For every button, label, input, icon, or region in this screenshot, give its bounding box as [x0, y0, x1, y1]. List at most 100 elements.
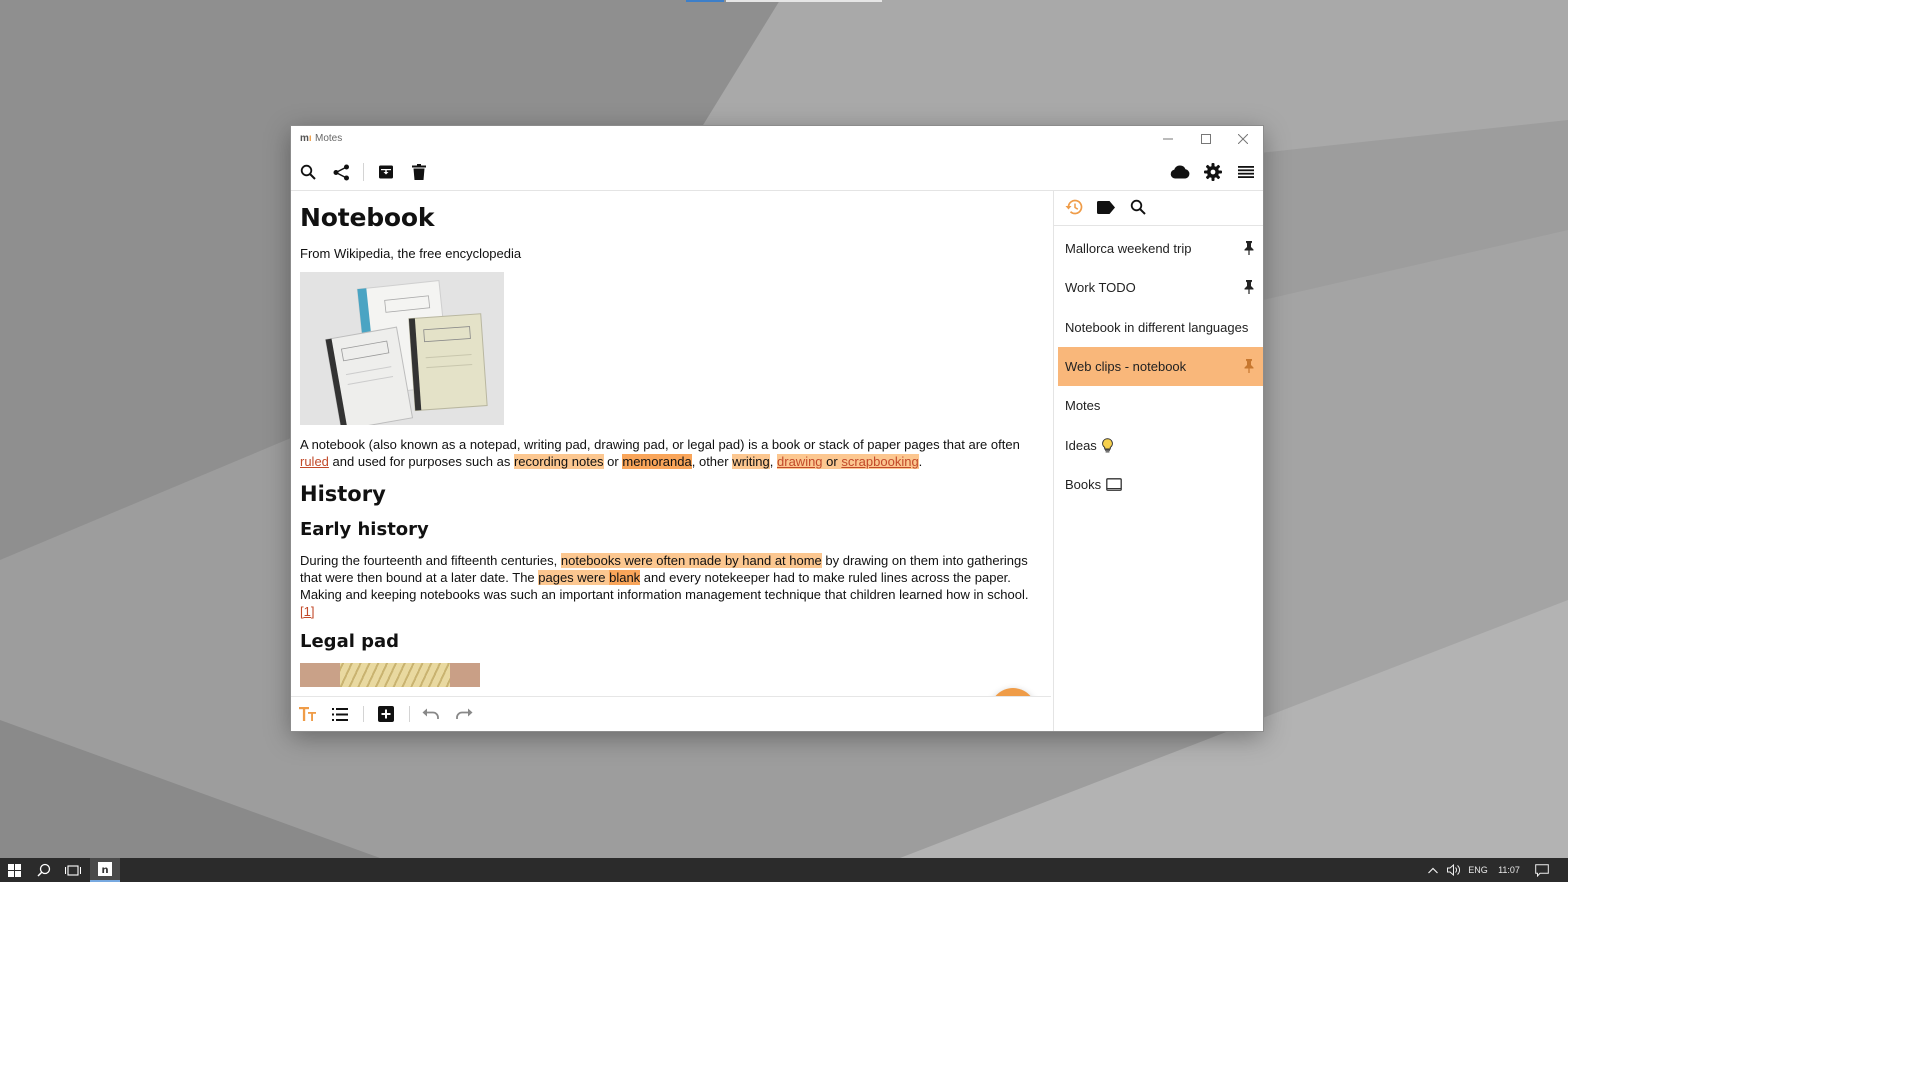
speaker-icon: [1447, 864, 1460, 876]
list-item-note[interactable]: Ideas: [1058, 425, 1263, 464]
minimize-button[interactable]: [1155, 130, 1181, 148]
add-block-icon: [378, 706, 394, 722]
heading-legal-pad[interactable]: Legal pad: [300, 630, 1040, 654]
settings-button[interactable]: [1202, 161, 1224, 183]
search-icon: [1130, 199, 1146, 215]
list-item-note[interactable]: Motes: [1058, 386, 1263, 425]
lightbulb-icon: [1101, 437, 1113, 453]
redo-button[interactable]: [453, 703, 475, 725]
search-button[interactable]: [297, 161, 319, 183]
link-scrapbooking[interactable]: scrapbooking: [841, 454, 919, 469]
intro-text: .: [918, 454, 923, 469]
legal-pad-image: [300, 663, 480, 687]
list-button[interactable]: [329, 703, 351, 725]
taskbar-app-motes[interactable]: n: [90, 858, 120, 882]
note-label: Books: [1065, 476, 1102, 492]
settings-icon: [1204, 163, 1222, 181]
list-item-note-active[interactable]: Web clips - notebook: [1058, 346, 1263, 387]
highlight-recording-notes: recording notes: [513, 454, 604, 469]
taskbar-search-button[interactable]: [30, 858, 58, 882]
add-block-button[interactable]: [375, 703, 397, 725]
top-strip-light: [726, 0, 882, 2]
heading-early-history[interactable]: Early history: [300, 518, 1040, 542]
heading-history[interactable]: History: [300, 480, 1040, 508]
tray-overflow-button[interactable]: [1426, 858, 1440, 882]
link-drawing[interactable]: drawing: [777, 454, 823, 469]
sidebar-tabs: [1054, 191, 1263, 226]
note-label: Work TODO: [1065, 280, 1136, 296]
top-toolbar: [291, 152, 1263, 191]
language-indicator[interactable]: ENG: [1466, 858, 1490, 882]
toolbar-separator: [363, 163, 364, 181]
minimize-icon: [1163, 138, 1173, 140]
tab-tags[interactable]: [1094, 196, 1118, 218]
link-ruled[interactable]: ruled: [300, 454, 329, 469]
svg-text:n: n: [101, 865, 108, 876]
maximize-icon: [1201, 134, 1211, 144]
tag-icon: [1097, 200, 1115, 214]
notifications-button[interactable]: [1532, 858, 1552, 882]
highlight-blank: blank: [609, 570, 641, 585]
notebooks-photo: [300, 272, 504, 425]
note-subtitle: From Wikipedia, the free encyclopedia: [300, 246, 522, 261]
archive-icon: [379, 165, 393, 179]
chevron-up-icon: [1428, 867, 1438, 873]
intro-text: , other: [691, 454, 733, 469]
delete-button[interactable]: [408, 161, 430, 183]
redo-icon: [456, 708, 473, 719]
pin-icon[interactable]: [1243, 280, 1255, 295]
note-label: Motes: [1065, 398, 1101, 414]
top-strip-blue: [686, 0, 724, 2]
intro-text: or: [822, 454, 842, 469]
editor-content[interactable]: Notebook From Wikipedia, the free encycl…: [300, 191, 1040, 687]
task-view-button[interactable]: [59, 858, 87, 882]
undo-button[interactable]: [420, 703, 442, 725]
taskbar: n ENG 11:07: [0, 858, 1568, 882]
window-title: Motes: [315, 133, 343, 144]
share-button[interactable]: [330, 161, 352, 183]
reference-link[interactable]: [1]: [300, 604, 314, 619]
task-view-icon: [65, 864, 81, 876]
edit-fab-button[interactable]: [990, 688, 1036, 696]
archive-button[interactable]: [375, 161, 397, 183]
early-history-paragraph[interactable]: During the fourteenth and fifteenth cent…: [300, 552, 1040, 620]
note-title[interactable]: Notebook: [300, 202, 1040, 234]
highlight-pages-were: pages were: [538, 570, 610, 585]
list-item-note[interactable]: Work TODO: [1058, 268, 1263, 307]
history-icon: [1065, 199, 1083, 215]
list-item-note[interactable]: Books: [1058, 465, 1263, 504]
bottom-separator: [409, 706, 410, 722]
list-item-note[interactable]: Notebook in different languages: [1058, 308, 1263, 347]
menu-icon: [1238, 166, 1254, 178]
close-button[interactable]: [1230, 130, 1256, 148]
highlight-memoranda: memoranda: [622, 454, 692, 469]
intro-text: and used for purposes such as: [328, 454, 514, 469]
list-item-note[interactable]: Mallorca weekend trip: [1058, 229, 1263, 268]
notes-sidebar: Mallorca weekend trip Work TODO Notebook…: [1053, 191, 1263, 731]
maximize-button[interactable]: [1193, 130, 1219, 148]
clock[interactable]: 11:07: [1496, 858, 1522, 882]
delete-icon: [412, 164, 426, 180]
sidebar-menu-button[interactable]: [1235, 161, 1257, 183]
note-editor[interactable]: Notebook From Wikipedia, the free encycl…: [291, 191, 1053, 696]
text-format-button[interactable]: [297, 703, 319, 725]
pin-icon[interactable]: [1243, 358, 1255, 373]
start-button[interactable]: [0, 858, 28, 882]
intro-text: ,: [769, 454, 778, 469]
search-icon: [300, 164, 316, 180]
bottom-separator: [363, 706, 364, 722]
tab-search[interactable]: [1126, 196, 1150, 218]
title-bar[interactable]: mı Motes: [291, 126, 1263, 152]
volume-button[interactable]: [1445, 858, 1463, 882]
note-label: Ideas: [1065, 437, 1097, 453]
intro-paragraph[interactable]: A notebook (also known as a notepad, wri…: [300, 436, 1040, 470]
highlight-made-by-hand: notebooks were often made by hand at hom…: [560, 553, 822, 568]
bottom-toolbar: [291, 696, 1051, 731]
pin-icon[interactable]: [1243, 241, 1255, 255]
text-format-icon: [299, 707, 316, 721]
note-label: Notebook in different languages: [1065, 319, 1249, 335]
share-icon: [333, 164, 349, 180]
tab-recent[interactable]: [1062, 196, 1086, 218]
action-center-icon: [1535, 863, 1549, 877]
cloud-sync-button[interactable]: [1169, 161, 1191, 183]
